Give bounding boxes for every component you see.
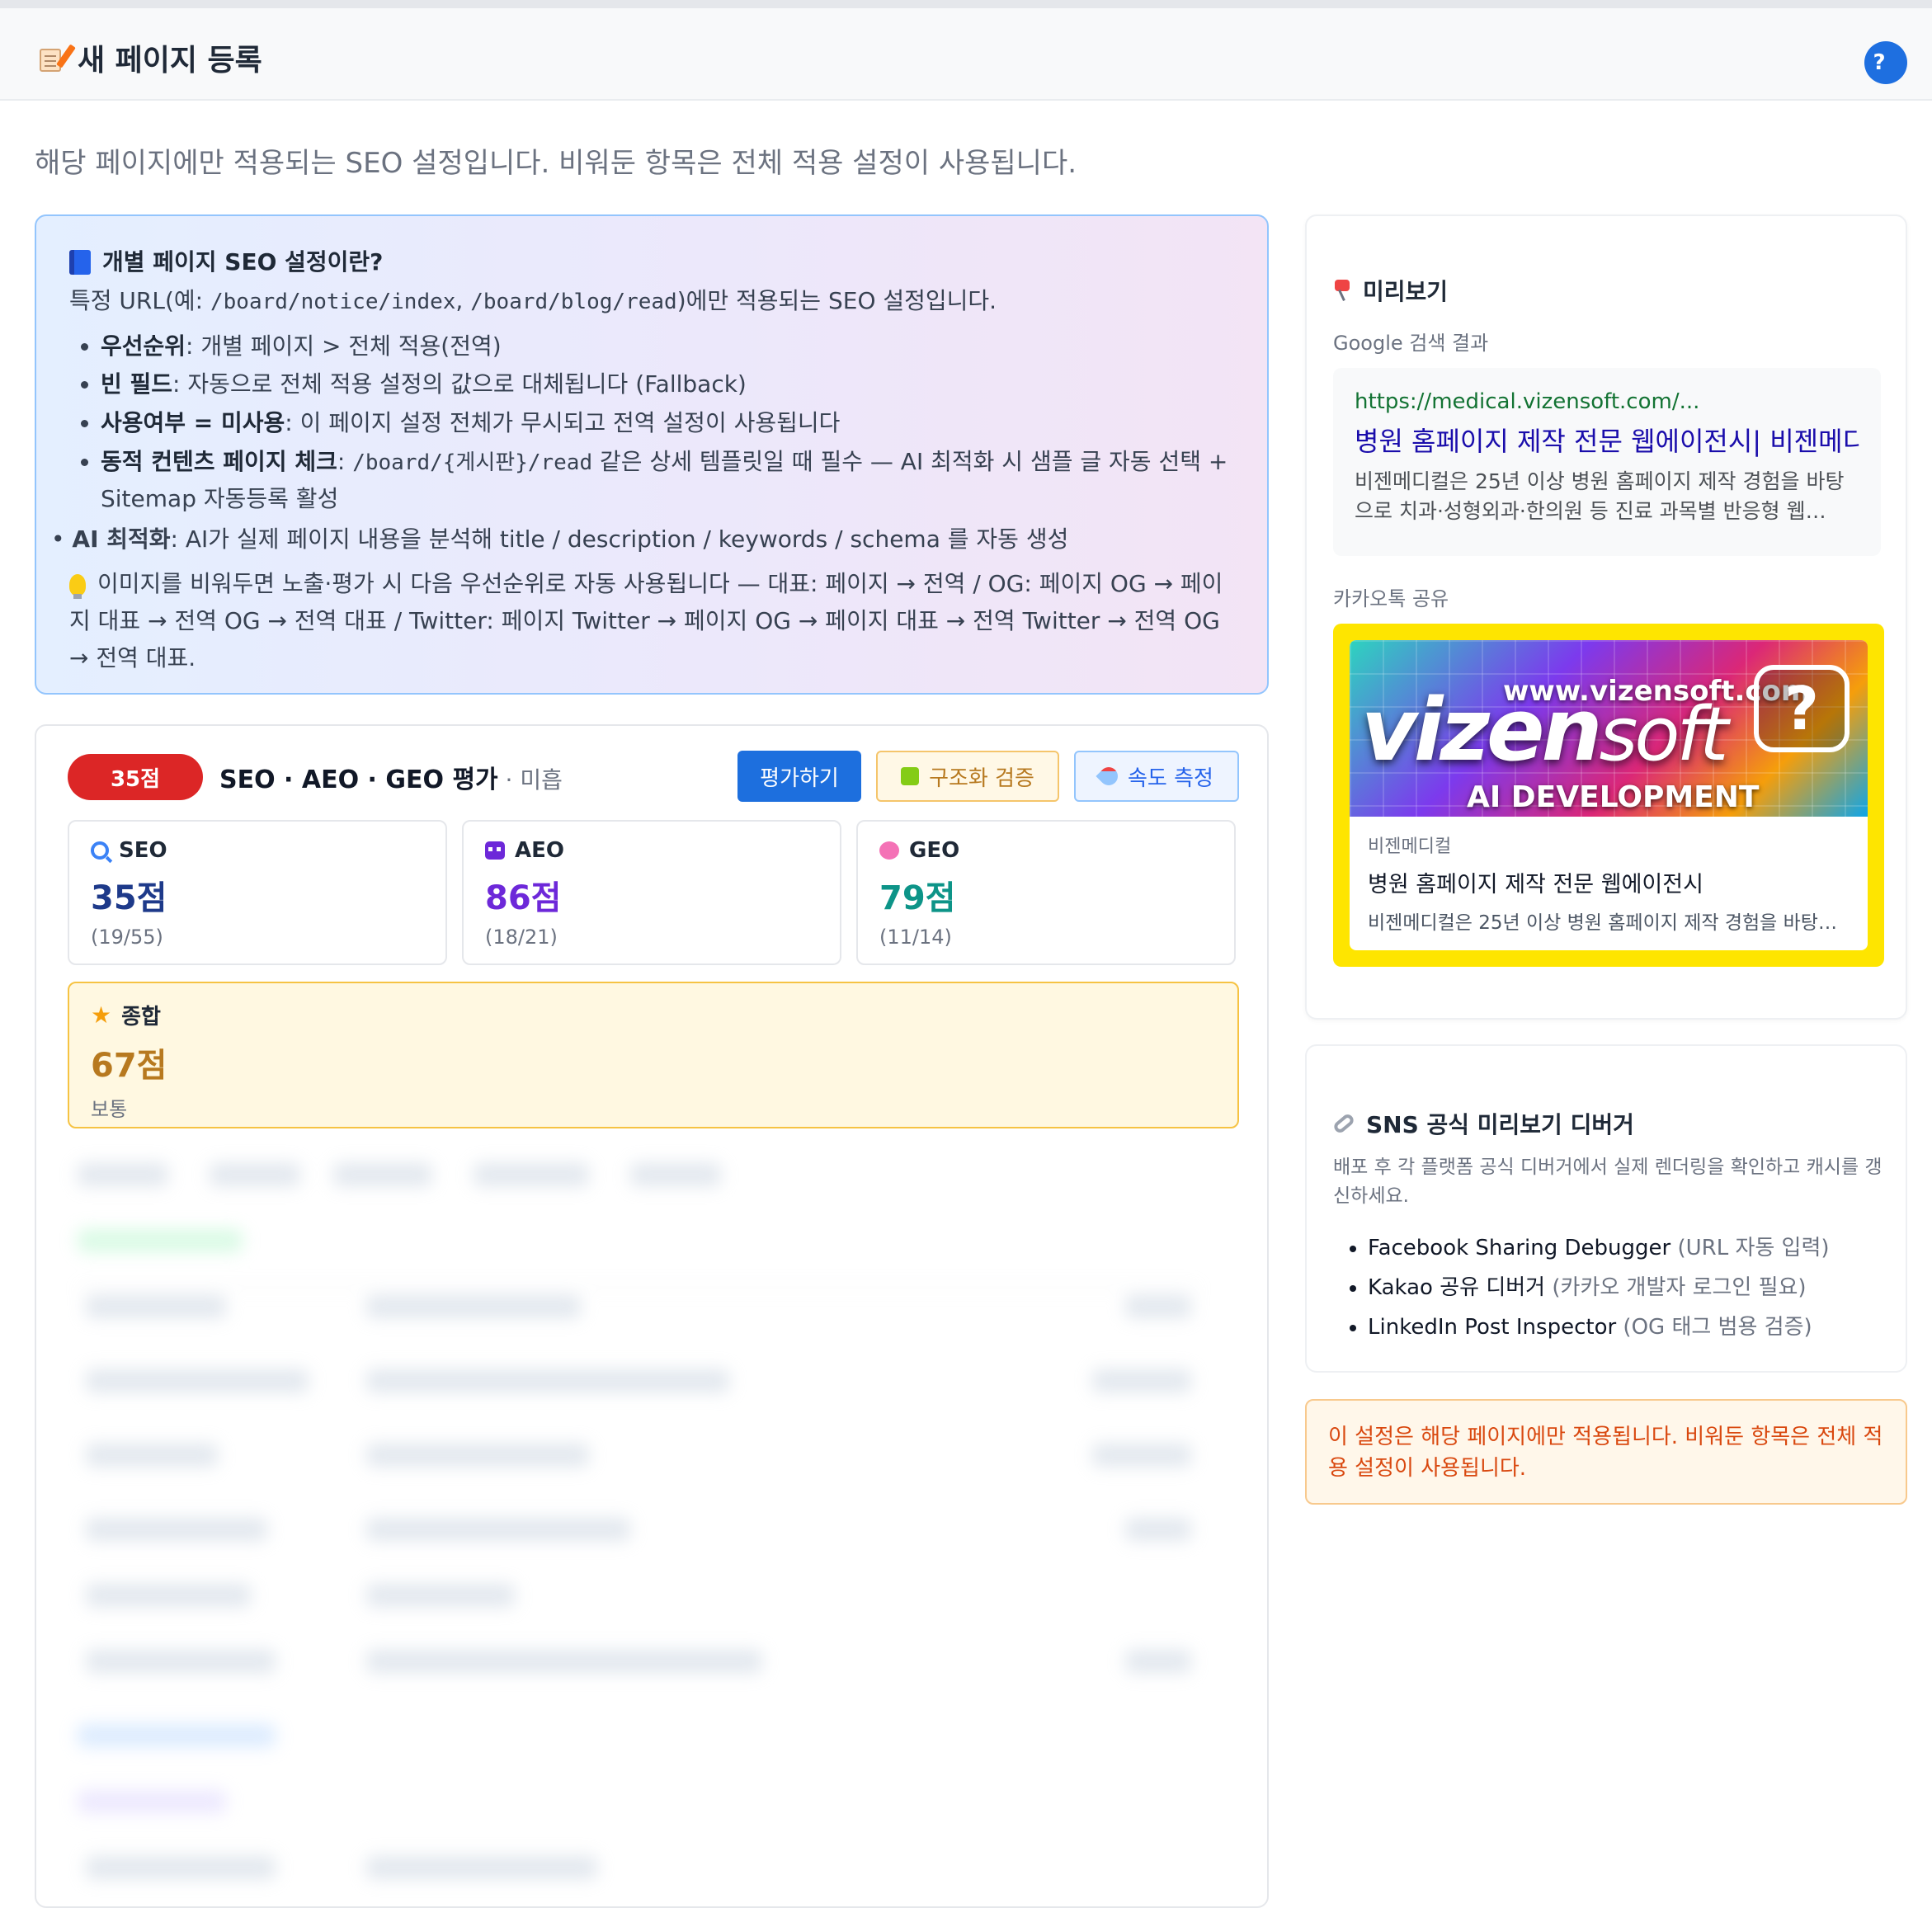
info-item-empty-field: 빈 필드: 자동으로 전체 적용 설정의 값으로 대체됩니다 (Fallback… — [101, 366, 1234, 403]
info-item-dynamic: 동적 컨텐츠 페이지 체크: /board/{게시판}/read 같은 상세 템… — [101, 444, 1234, 518]
seo-info-box: 개별 페이지 SEO 설정이란? 특정 URL(예: /board/notice… — [35, 214, 1269, 695]
metric-aeo: AEO 86점 (18/21) — [462, 820, 841, 965]
kakao-site-name: 비젠메디컬 — [1368, 836, 1452, 857]
link-icon — [1331, 1112, 1356, 1135]
metric-seo-score: 35점 — [91, 879, 167, 917]
example-url-1: /board/notice/index — [210, 289, 456, 314]
kakao-preview: www.vizensoft.com vizensoft AI DEVELOPME… — [1333, 624, 1884, 967]
sns-debugger-card: SNS 공식 미리보기 디버거 배포 후 각 플랫폼 공식 디버거에서 실제 렌… — [1305, 1044, 1907, 1373]
rocket-icon — [1096, 763, 1122, 789]
star-icon: ★ — [91, 1001, 112, 1029]
kakao-preview-label: 카카오톡 공유 — [1333, 587, 1449, 610]
evaluation-card: 35점 SEO · AEO · GEO 평가 · 미흡 평가하기 구조화 검증 … — [35, 724, 1269, 1908]
book-icon — [69, 250, 91, 276]
metric-aeo-detail: (18/21) — [485, 926, 558, 949]
sns-links: Facebook Sharing Debugger (URL 자동 입력) Ka… — [1368, 1229, 1830, 1347]
metric-total-score: 67점 — [91, 1047, 167, 1085]
info-list: 우선순위: 개별 페이지 > 전체 적용(전역) 빈 필드: 자동으로 전체 적… — [101, 328, 1234, 518]
linkedin-inspector-link[interactable]: LinkedIn Post Inspector (OG 태그 범용 검증) — [1368, 1308, 1830, 1348]
evaluate-button[interactable]: 평가하기 — [737, 751, 861, 802]
sns-heading: SNS 공식 미리보기 디버거 — [1331, 1107, 1634, 1140]
memo-icon — [40, 44, 76, 72]
kakao-title: 병원 홈페이지 제작 전문 웹에이전시 — [1368, 872, 1703, 897]
metric-geo: GEO 79점 (11/14) — [856, 820, 1236, 965]
info-heading-text: 개별 페이지 SEO 설정이란? — [102, 248, 384, 276]
kakao-debugger-link[interactable]: Kakao 공유 디버거 (카카오 개발자 로그인 필요) — [1368, 1269, 1830, 1308]
evaluation-title: SEO · AEO · GEO 평가 · 미흡 — [219, 766, 563, 794]
lightbulb-icon — [69, 574, 86, 600]
page-title-text: 새 페이지 등록 — [78, 44, 262, 78]
preview-card: 미리보기 Google 검색 결과 https://medical.vizens… — [1305, 214, 1907, 1020]
help-button[interactable]: ? — [1864, 41, 1907, 84]
search-icon — [91, 841, 109, 860]
question-bubble-icon: ? — [1754, 665, 1850, 752]
pushpin-icon — [1333, 280, 1351, 301]
page-header: 새 페이지 등록 ? — [0, 8, 1932, 101]
info-item-priority: 우선순위: 개별 페이지 > 전체 적용(전역) — [101, 328, 1234, 365]
metric-seo-detail: (19/55) — [91, 926, 163, 949]
page-title: 새 페이지 등록 — [40, 36, 262, 79]
blurred-details — [36, 1138, 1267, 1906]
brain-icon — [879, 841, 899, 860]
metric-geo-detail: (11/14) — [879, 926, 952, 949]
google-description: 비젠메디컬은 25년 이상 병원 홈페이지 제작 경험을 바탕으로 치과·성형외… — [1355, 469, 1845, 524]
info-tip: 이미지를 비워두면 노출·평가 시 다음 우선순위로 자동 사용됩니다 — 대표… — [69, 570, 1223, 671]
facebook-debugger-link[interactable]: Facebook Sharing Debugger (URL 자동 입력) — [1368, 1229, 1830, 1269]
info-item-usage: 사용여부 = 미사용: 이 페이지 설정 전체가 무시되고 전역 설정이 사용됩… — [101, 405, 1234, 442]
info-item-ai: • AI 최적화: AI가 실제 페이지 내용을 분석해 title / des… — [51, 525, 1069, 553]
top-border — [0, 0, 1932, 8]
example-url-2: /board/blog/read — [470, 289, 677, 314]
structure-validate-button[interactable]: 구조화 검증 — [876, 751, 1059, 802]
kakao-description: 비젠메디컬은 25년 이상 병원 홈페이지 제작 경험을 바탕… — [1368, 912, 1837, 934]
metric-seo: SEO 35점 (19/55) — [68, 820, 447, 965]
metric-total-grade: 보통 — [91, 1098, 128, 1121]
score-badge: 35점 — [68, 754, 203, 800]
info-heading: 개별 페이지 SEO 설정이란? — [69, 244, 1234, 281]
google-preview-label: Google 검색 결과 — [1333, 332, 1489, 355]
google-preview: https://medical.vizensoft.com/... 병원 홈페이… — [1333, 368, 1881, 556]
scope-notice: 이 설정은 해당 페이지에만 적용됩니다. 비워둔 항목은 전체 적용 설정이 … — [1305, 1399, 1907, 1505]
page-subtitle: 해당 페이지에만 적용되는 SEO 설정입니다. 비워둔 항목은 전체 적용 설… — [35, 147, 1077, 180]
info-intro: 특정 URL(예: /board/notice/index, /board/bl… — [69, 286, 997, 314]
metric-total: ★ 종합 67점 보통 — [68, 982, 1239, 1128]
preview-heading: 미리보기 — [1333, 274, 1448, 307]
google-title: 병원 홈페이지 제작 전문 웹에이전시| 비젠메디컬 — [1355, 426, 1859, 457]
puzzle-icon — [901, 767, 920, 785]
google-url: https://medical.vizensoft.com/... — [1355, 389, 1700, 414]
robot-icon — [485, 841, 505, 860]
og-image: www.vizensoft.com vizensoft AI DEVELOPME… — [1350, 640, 1868, 817]
sns-description: 배포 후 각 플랫폼 공식 디버거에서 실제 렌더링을 확인하고 캐시를 갱신하… — [1333, 1157, 1883, 1207]
speed-test-button[interactable]: 속도 측정 — [1074, 751, 1239, 802]
metric-aeo-score: 86점 — [485, 879, 562, 917]
evaluation-grade: · 미흡 — [497, 766, 563, 794]
metric-geo-score: 79점 — [879, 879, 956, 917]
